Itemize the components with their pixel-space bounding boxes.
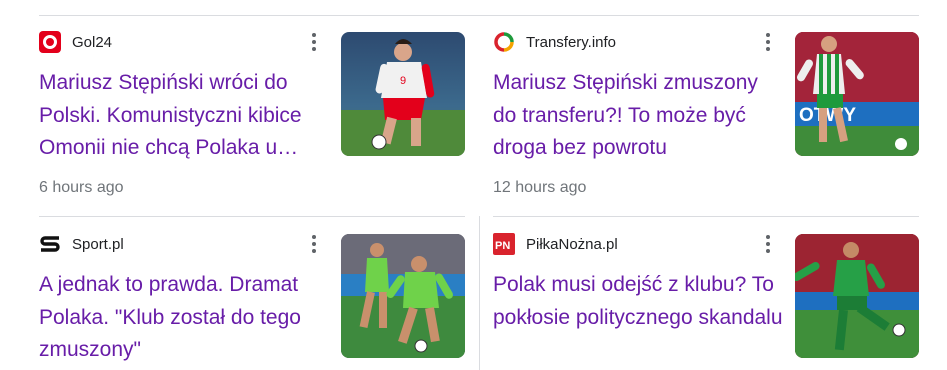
news-card[interactable]: Gol24 Mariusz Stępiński wróci do Polski.… (39, 31, 465, 206)
article-thumbnail[interactable] (795, 234, 919, 358)
news-source: Sport.pl (39, 233, 124, 255)
gol24-logo-icon (39, 31, 61, 53)
source-name: Sport.pl (72, 235, 124, 253)
sport-pl-logo-icon (39, 233, 61, 255)
more-options-icon[interactable] (765, 235, 771, 253)
article-title[interactable]: A jednak to prawda. Dramat Polaka. "Klub… (39, 269, 329, 367)
source-name: Transfery.info (526, 33, 617, 51)
article-thumbnail[interactable] (341, 234, 465, 358)
news-source: Gol24 (39, 31, 112, 53)
article-title[interactable]: Polak musi odejść z klubu? To pokłosie p… (493, 269, 783, 334)
pilkanozna-logo-icon: PN (493, 233, 515, 255)
source-name: PiłkaNożna.pl (526, 235, 618, 253)
more-options-icon[interactable] (765, 33, 771, 51)
article-time: 12 hours ago (493, 179, 587, 196)
article-thumbnail[interactable]: OTWY (795, 32, 919, 156)
svg-text:9: 9 (400, 75, 406, 87)
article-title[interactable]: Mariusz Stępiński zmuszony do transferu?… (493, 67, 783, 165)
news-source: Transfery.info (493, 31, 616, 53)
svg-text:OTWY: OTWY (799, 105, 856, 126)
news-card[interactable]: Transfery.info Mariusz Stępiński zmuszon… (493, 31, 919, 206)
column-divider (479, 216, 480, 370)
news-card[interactable]: Sport.pl A jednak to prawda. Dramat Pola… (39, 233, 465, 363)
article-time: 6 hours ago (39, 179, 124, 196)
more-options-icon[interactable] (311, 235, 317, 253)
news-source: PN PiłkaNożna.pl (493, 233, 618, 255)
row-divider-right (493, 216, 919, 217)
article-thumbnail[interactable]: 9 (341, 32, 465, 156)
transfery-logo-icon (493, 31, 515, 53)
top-divider (39, 15, 919, 16)
row-divider-left (39, 216, 465, 217)
article-title[interactable]: Mariusz Stępiński wróci do Polski. Komun… (39, 67, 329, 165)
source-name: Gol24 (72, 33, 113, 51)
more-options-icon[interactable] (311, 33, 317, 51)
svg-text:PN: PN (495, 240, 510, 252)
news-card[interactable]: PN PiłkaNożna.pl Polak musi odejść z klu… (493, 233, 919, 363)
